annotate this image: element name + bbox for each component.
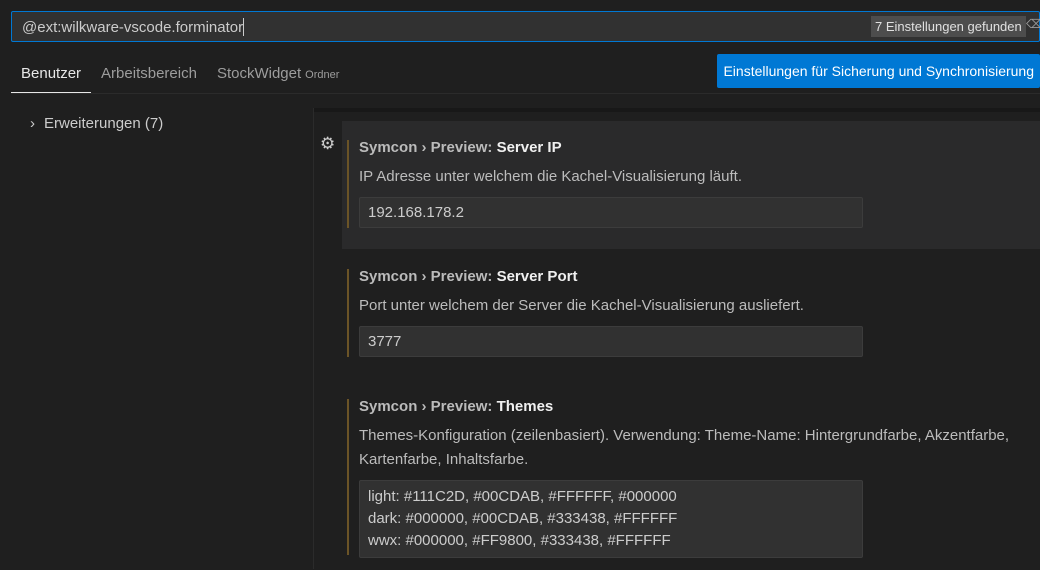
textarea-line: dark: #000000, #00CDAB, #333438, #FFFFFF <box>368 510 678 527</box>
setting-description: Port unter welchem der Server die Kachel… <box>359 297 804 314</box>
textarea-line: wwx: #000000, #FF9800, #333438, #FFFFFF <box>368 532 671 549</box>
textarea-line: light: #111C2D, #00CDAB, #FFFFFF, #00000… <box>368 488 677 505</box>
settings-list: ⚙ Symcon › Preview: Server IP IP Adresse… <box>313 108 1040 569</box>
chevron-right-icon: › <box>30 115 35 132</box>
setting-title: Symcon › Preview: Server IP <box>359 139 562 156</box>
setting-description: IP Adresse unter welchem die Kachel-Visu… <box>359 168 742 185</box>
tab-suffix: Ordner <box>305 69 340 81</box>
scroll-shadow <box>314 108 1040 112</box>
gear-icon[interactable]: ⚙ <box>320 134 335 154</box>
tab-user[interactable]: Benutzer <box>11 60 92 94</box>
tab-label: Arbeitsbereich <box>101 65 197 82</box>
tab-label: Benutzer <box>21 65 82 82</box>
modified-indicator <box>347 399 349 555</box>
themes-textarea[interactable]: light: #111C2D, #00CDAB, #FFFFFF, #00000… <box>359 480 863 558</box>
setting-title: Symcon › Preview: Server Port <box>359 268 578 285</box>
setting-server-ip: Symcon › Preview: Server IP IP Adresse u… <box>342 121 1040 249</box>
result-count-badge: 7 Einstellungen gefunden <box>871 16 1026 37</box>
tab-folder[interactable]: StockWidget Ordner <box>207 60 349 94</box>
setting-description: Themes-Konfiguration (zeilenbasiert). Ve… <box>359 427 1010 468</box>
tab-workspace[interactable]: Arbeitsbereich <box>91 60 207 94</box>
settings-search-input[interactable]: @ext:wilkware-vscode.forminator 7 Einste… <box>11 11 1040 42</box>
setting-title: Symcon › Preview: Themes <box>359 398 554 415</box>
divider <box>11 93 1040 94</box>
setting-themes: Symcon › Preview: Themes Themes-Konfigur… <box>342 380 1040 570</box>
settings-scope-tabs: Benutzer Arbeitsbereich StockWidget Ordne… <box>11 60 349 94</box>
toc-label: Erweiterungen (7) <box>44 115 164 132</box>
setting-server-port: Symcon › Preview: Server Port Port unter… <box>342 250 1040 378</box>
clear-filter-icon[interactable]: ⌫ <box>1026 17 1040 31</box>
server-ip-input[interactable]: 192.168.178.2 <box>359 197 863 228</box>
modified-indicator <box>347 140 349 228</box>
search-query[interactable]: @ext:wilkware-vscode.forminator <box>22 18 244 36</box>
backup-sync-button[interactable]: Einstellungen für Sicherung und Synchron… <box>717 54 1040 88</box>
tab-label: StockWidget <box>216 65 302 82</box>
modified-indicator <box>347 269 349 357</box>
toc-item-extensions[interactable]: › Erweiterungen (7) <box>30 115 163 132</box>
server-port-input[interactable]: 3777 <box>359 326 863 357</box>
